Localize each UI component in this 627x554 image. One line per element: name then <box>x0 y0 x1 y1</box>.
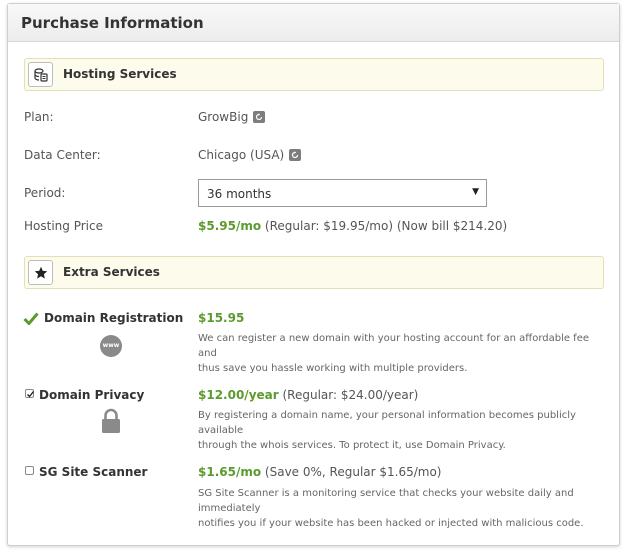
data-center-label: Data Center: <box>24 148 101 162</box>
extra-services-header: Extra Services <box>24 256 604 289</box>
hosting-price: $5.95/mo <box>198 219 262 233</box>
sg-site-scanner-price: $1.65/mo (Save 0%, Regular $1.65/mo) <box>198 465 442 479</box>
domain-privacy-description: By registering a domain name, your perso… <box>198 408 603 453</box>
sg-site-scanner-name: SG Site Scanner <box>39 465 148 479</box>
domain-registration-price-value: $15.95 <box>198 311 245 325</box>
period-select[interactable]: 36 months ▼ <box>198 179 487 207</box>
description-line: notifies you if your website has been ha… <box>198 518 584 529</box>
domain-registration-description: We can register a new domain with your h… <box>198 331 603 376</box>
description-line: through the whois services. To protect i… <box>198 440 506 451</box>
sg-site-scanner-price-detail: (Save 0%, Regular $1.65/mo) <box>264 465 442 479</box>
sg-site-scanner-price-value: $1.65/mo <box>198 465 262 479</box>
change-data-center-icon[interactable] <box>289 149 302 161</box>
padlock-icon <box>101 408 121 438</box>
description-line: SG Site Scanner is a monitoring service … <box>198 488 574 514</box>
purchase-information-panel: Purchase Information Hosting Services Pl… <box>7 3 620 546</box>
domain-privacy-price: $12.00/year (Regular: $24.00/year) <box>198 388 418 402</box>
www-globe-icon: www <box>100 335 122 357</box>
description-line: By registering a domain name, your perso… <box>198 410 576 436</box>
plan-name: GrowBig <box>198 110 249 124</box>
panel-title: Purchase Information <box>21 14 204 32</box>
sg-site-scanner-checkbox[interactable] <box>25 466 34 475</box>
plan-label: Plan: <box>24 110 54 124</box>
green-checkmark-icon <box>23 310 39 329</box>
domain-privacy-price-detail: (Regular: $24.00/year) <box>282 388 419 402</box>
description-line: thus save you hassle working with multip… <box>198 363 468 374</box>
period-label: Period: <box>24 186 66 200</box>
server-stack-icon <box>28 62 53 87</box>
period-selected-value: 36 months <box>207 187 272 201</box>
description-line: We can register a new domain with your h… <box>198 333 590 359</box>
data-center-name: Chicago (USA) <box>198 148 285 162</box>
extra-services-title: Extra Services <box>63 265 160 279</box>
data-center-value: Chicago (USA) <box>198 148 302 162</box>
domain-privacy-price-value: $12.00/year <box>198 388 279 402</box>
hosting-services-title: Hosting Services <box>63 67 177 81</box>
domain-privacy-name: Domain Privacy <box>39 388 145 402</box>
change-plan-icon[interactable] <box>253 111 266 123</box>
plan-value: GrowBig <box>198 110 266 124</box>
domain-privacy-checkbox[interactable] <box>25 389 35 398</box>
hosting-price-label: Hosting Price <box>24 219 103 233</box>
domain-registration-price: $15.95 <box>198 311 244 325</box>
domain-registration-name: Domain Registration <box>44 311 184 325</box>
star-icon <box>28 260 53 285</box>
hosting-price-value: $5.95/mo (Regular: $19.95/mo) (Now bill … <box>198 219 507 233</box>
sg-site-scanner-description: SG Site Scanner is a monitoring service … <box>198 486 603 531</box>
hosting-price-detail: (Regular: $19.95/mo) (Now bill $214.20) <box>264 219 508 233</box>
hosting-services-header: Hosting Services <box>24 58 604 91</box>
dropdown-arrow-icon: ▼ <box>472 187 479 197</box>
